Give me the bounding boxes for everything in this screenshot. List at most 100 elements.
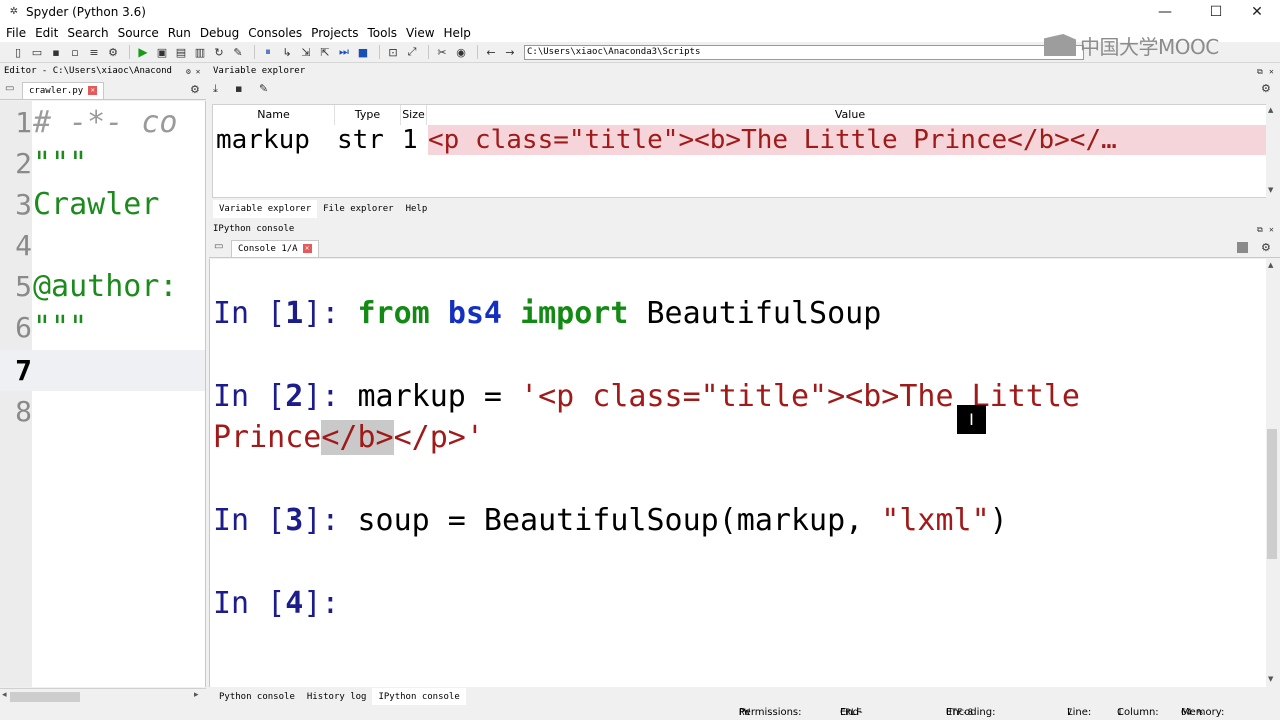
maximize-pane-icon[interactable]: ⊡: [385, 44, 401, 60]
column-header-name[interactable]: Name: [213, 105, 335, 125]
step-return-icon[interactable]: ⇱: [317, 44, 333, 60]
forward-arrow-icon[interactable]: →: [502, 44, 518, 60]
console-bottom-tabs: Python console History log IPython conso…: [209, 688, 1280, 705]
menu-file[interactable]: File: [6, 26, 26, 40]
rerun-icon[interactable]: ↻: [211, 44, 227, 60]
browse-tabs-icon[interactable]: ▭: [5, 83, 14, 94]
run-cell-icon[interactable]: ▣: [154, 44, 170, 60]
menu-edit[interactable]: Edit: [35, 26, 58, 40]
scroll-down-icon[interactable]: ▼: [1268, 675, 1273, 683]
prompt-number: 3: [285, 503, 304, 538]
menu-view[interactable]: View: [406, 26, 434, 40]
configure-run-icon[interactable]: ✎: [230, 44, 246, 60]
outline-icon[interactable]: ≡: [86, 44, 102, 60]
scroll-left-icon[interactable]: ◂: [2, 690, 7, 700]
minimize-button[interactable]: —: [1142, 0, 1188, 24]
code-editor[interactable]: 1# -*- co 2""" 3Crawler 4 5@author: 6"""…: [0, 101, 206, 687]
step-into-icon[interactable]: ⇲: [298, 44, 314, 60]
pane-float-icon[interactable]: ⧉: [1257, 222, 1263, 237]
editor-options-gear-icon[interactable]: ⚙: [190, 83, 200, 96]
save-icon[interactable]: ▪: [48, 44, 64, 60]
status-column-label: Column:: [1117, 707, 1159, 718]
editor-pane-controls[interactable]: ⚙ ✕: [186, 64, 200, 79]
column-header-size[interactable]: Size: [401, 105, 427, 125]
pane-close-icon[interactable]: ✕: [1269, 64, 1274, 79]
maximize-button[interactable]: ☐: [1193, 0, 1239, 24]
scroll-right-icon[interactable]: ▸: [194, 690, 199, 700]
tab-history-log[interactable]: History log: [301, 688, 373, 705]
editor-tab-label: crawler.py: [29, 86, 84, 96]
step-icon[interactable]: ↳: [279, 44, 295, 60]
import-data-icon[interactable]: ⤓: [213, 82, 218, 96]
variable-explorer-scrollbar[interactable]: ▲ ▼: [1266, 104, 1278, 198]
close-button[interactable]: ✕: [1234, 0, 1280, 24]
editor-header-title: Editor - C:\Users\xiaoc\Anacond: [4, 66, 172, 76]
pane-float-icon[interactable]: ⧉: [1257, 64, 1263, 79]
run-selection-icon[interactable]: ▥: [192, 44, 208, 60]
line-number: 6: [15, 311, 32, 344]
column-header-type[interactable]: Type: [335, 105, 401, 125]
new-file-icon[interactable]: ▯: [10, 44, 26, 60]
scroll-thumb[interactable]: [1267, 429, 1277, 559]
continue-icon[interactable]: ⏭: [336, 44, 352, 60]
console-tab-1a[interactable]: Console 1/A ✕: [231, 240, 319, 257]
prompt-in: In [: [213, 586, 286, 621]
close-tab-icon[interactable]: ✕: [302, 244, 312, 253]
menu-tools[interactable]: Tools: [367, 26, 397, 40]
pane-close-icon[interactable]: ✕: [1269, 222, 1274, 237]
scroll-down-icon[interactable]: ▼: [1268, 186, 1273, 194]
tools-icon[interactable]: ✂: [434, 44, 450, 60]
menu-projects[interactable]: Projects: [311, 26, 358, 40]
python-path-icon[interactable]: ◉: [453, 44, 469, 60]
variable-value-cell[interactable]: <p class="title"><b>The Little Prince</b…: [428, 125, 1273, 155]
tab-python-console[interactable]: Python console: [213, 688, 301, 705]
editor-header: Editor - C:\Users\xiaoc\Anacond ⚙ ✕: [0, 64, 206, 79]
tab-file-explorer[interactable]: File explorer: [317, 200, 399, 218]
fullscreen-icon[interactable]: ⤢: [404, 44, 420, 60]
browse-console-tabs-icon[interactable]: ▭: [214, 241, 223, 252]
remove-all-variables-icon[interactable]: ✎: [259, 82, 268, 95]
tab-help[interactable]: Help: [400, 200, 434, 218]
menu-run[interactable]: Run: [168, 26, 191, 40]
editor-tab-crawler[interactable]: crawler.py ✕: [22, 82, 105, 99]
stop-debug-icon[interactable]: ■: [355, 44, 371, 60]
console-input-line[interactable]: In [4]:: [213, 583, 339, 624]
save-data-icon[interactable]: ▪: [235, 82, 242, 95]
prompt-close: ]:: [303, 379, 358, 414]
ipython-console-output[interactable]: In [1]: from bs4 import BeautifulSoup In…: [209, 259, 1266, 687]
run-cell-advance-icon[interactable]: ▤: [173, 44, 189, 60]
preferences-icon[interactable]: ⚙: [105, 44, 121, 60]
open-file-icon[interactable]: ▭: [29, 44, 45, 60]
toolbar-separator: [477, 45, 478, 59]
interrupt-kernel-icon[interactable]: [1237, 242, 1248, 253]
ipython-console-header: IPython console ⧉ ✕: [209, 222, 1280, 237]
variable-name-cell[interactable]: markup: [216, 125, 335, 155]
console-options-gear-icon[interactable]: ⚙: [1261, 241, 1271, 254]
back-arrow-icon[interactable]: ←: [483, 44, 499, 60]
debug-icon[interactable]: ⏸: [260, 44, 276, 60]
console-scrollbar[interactable]: ▲ ▼: [1266, 259, 1278, 687]
scroll-thumb[interactable]: [10, 692, 80, 702]
close-tab-icon[interactable]: ✕: [88, 86, 98, 95]
working-directory-input[interactable]: C:\Users\xiaoc\Anaconda3\Scripts: [524, 44, 1084, 60]
console-line: In [2]: markup = '<p class="title"><b>Th…: [213, 376, 1080, 417]
editor-horizontal-scrollbar[interactable]: ◂ ▸: [0, 688, 206, 704]
menu-consoles[interactable]: Consoles: [248, 26, 302, 40]
status-permissions: Permissions: RW: [739, 705, 802, 720]
column-header-value[interactable]: Value: [427, 105, 1273, 125]
variable-explorer-options-gear-icon[interactable]: ⚙: [1261, 82, 1271, 95]
window-title: Spyder (Python 3.6): [26, 5, 146, 19]
menu-search[interactable]: Search: [67, 26, 108, 40]
menu-help[interactable]: Help: [444, 26, 471, 40]
save-all-icon[interactable]: ▫: [67, 44, 83, 60]
variable-size-cell[interactable]: 1: [402, 125, 427, 155]
menu-debug[interactable]: Debug: [200, 26, 239, 40]
variable-type-cell[interactable]: str: [337, 125, 401, 155]
tab-variable-explorer[interactable]: Variable explorer: [213, 200, 318, 218]
tab-ipython-console[interactable]: IPython console: [372, 688, 466, 705]
run-icon[interactable]: ▶: [135, 44, 151, 60]
toolbar-separator: [379, 45, 380, 59]
menu-source[interactable]: Source: [118, 26, 159, 40]
scroll-up-icon[interactable]: ▲: [1268, 106, 1273, 114]
scroll-up-icon[interactable]: ▲: [1268, 261, 1273, 269]
